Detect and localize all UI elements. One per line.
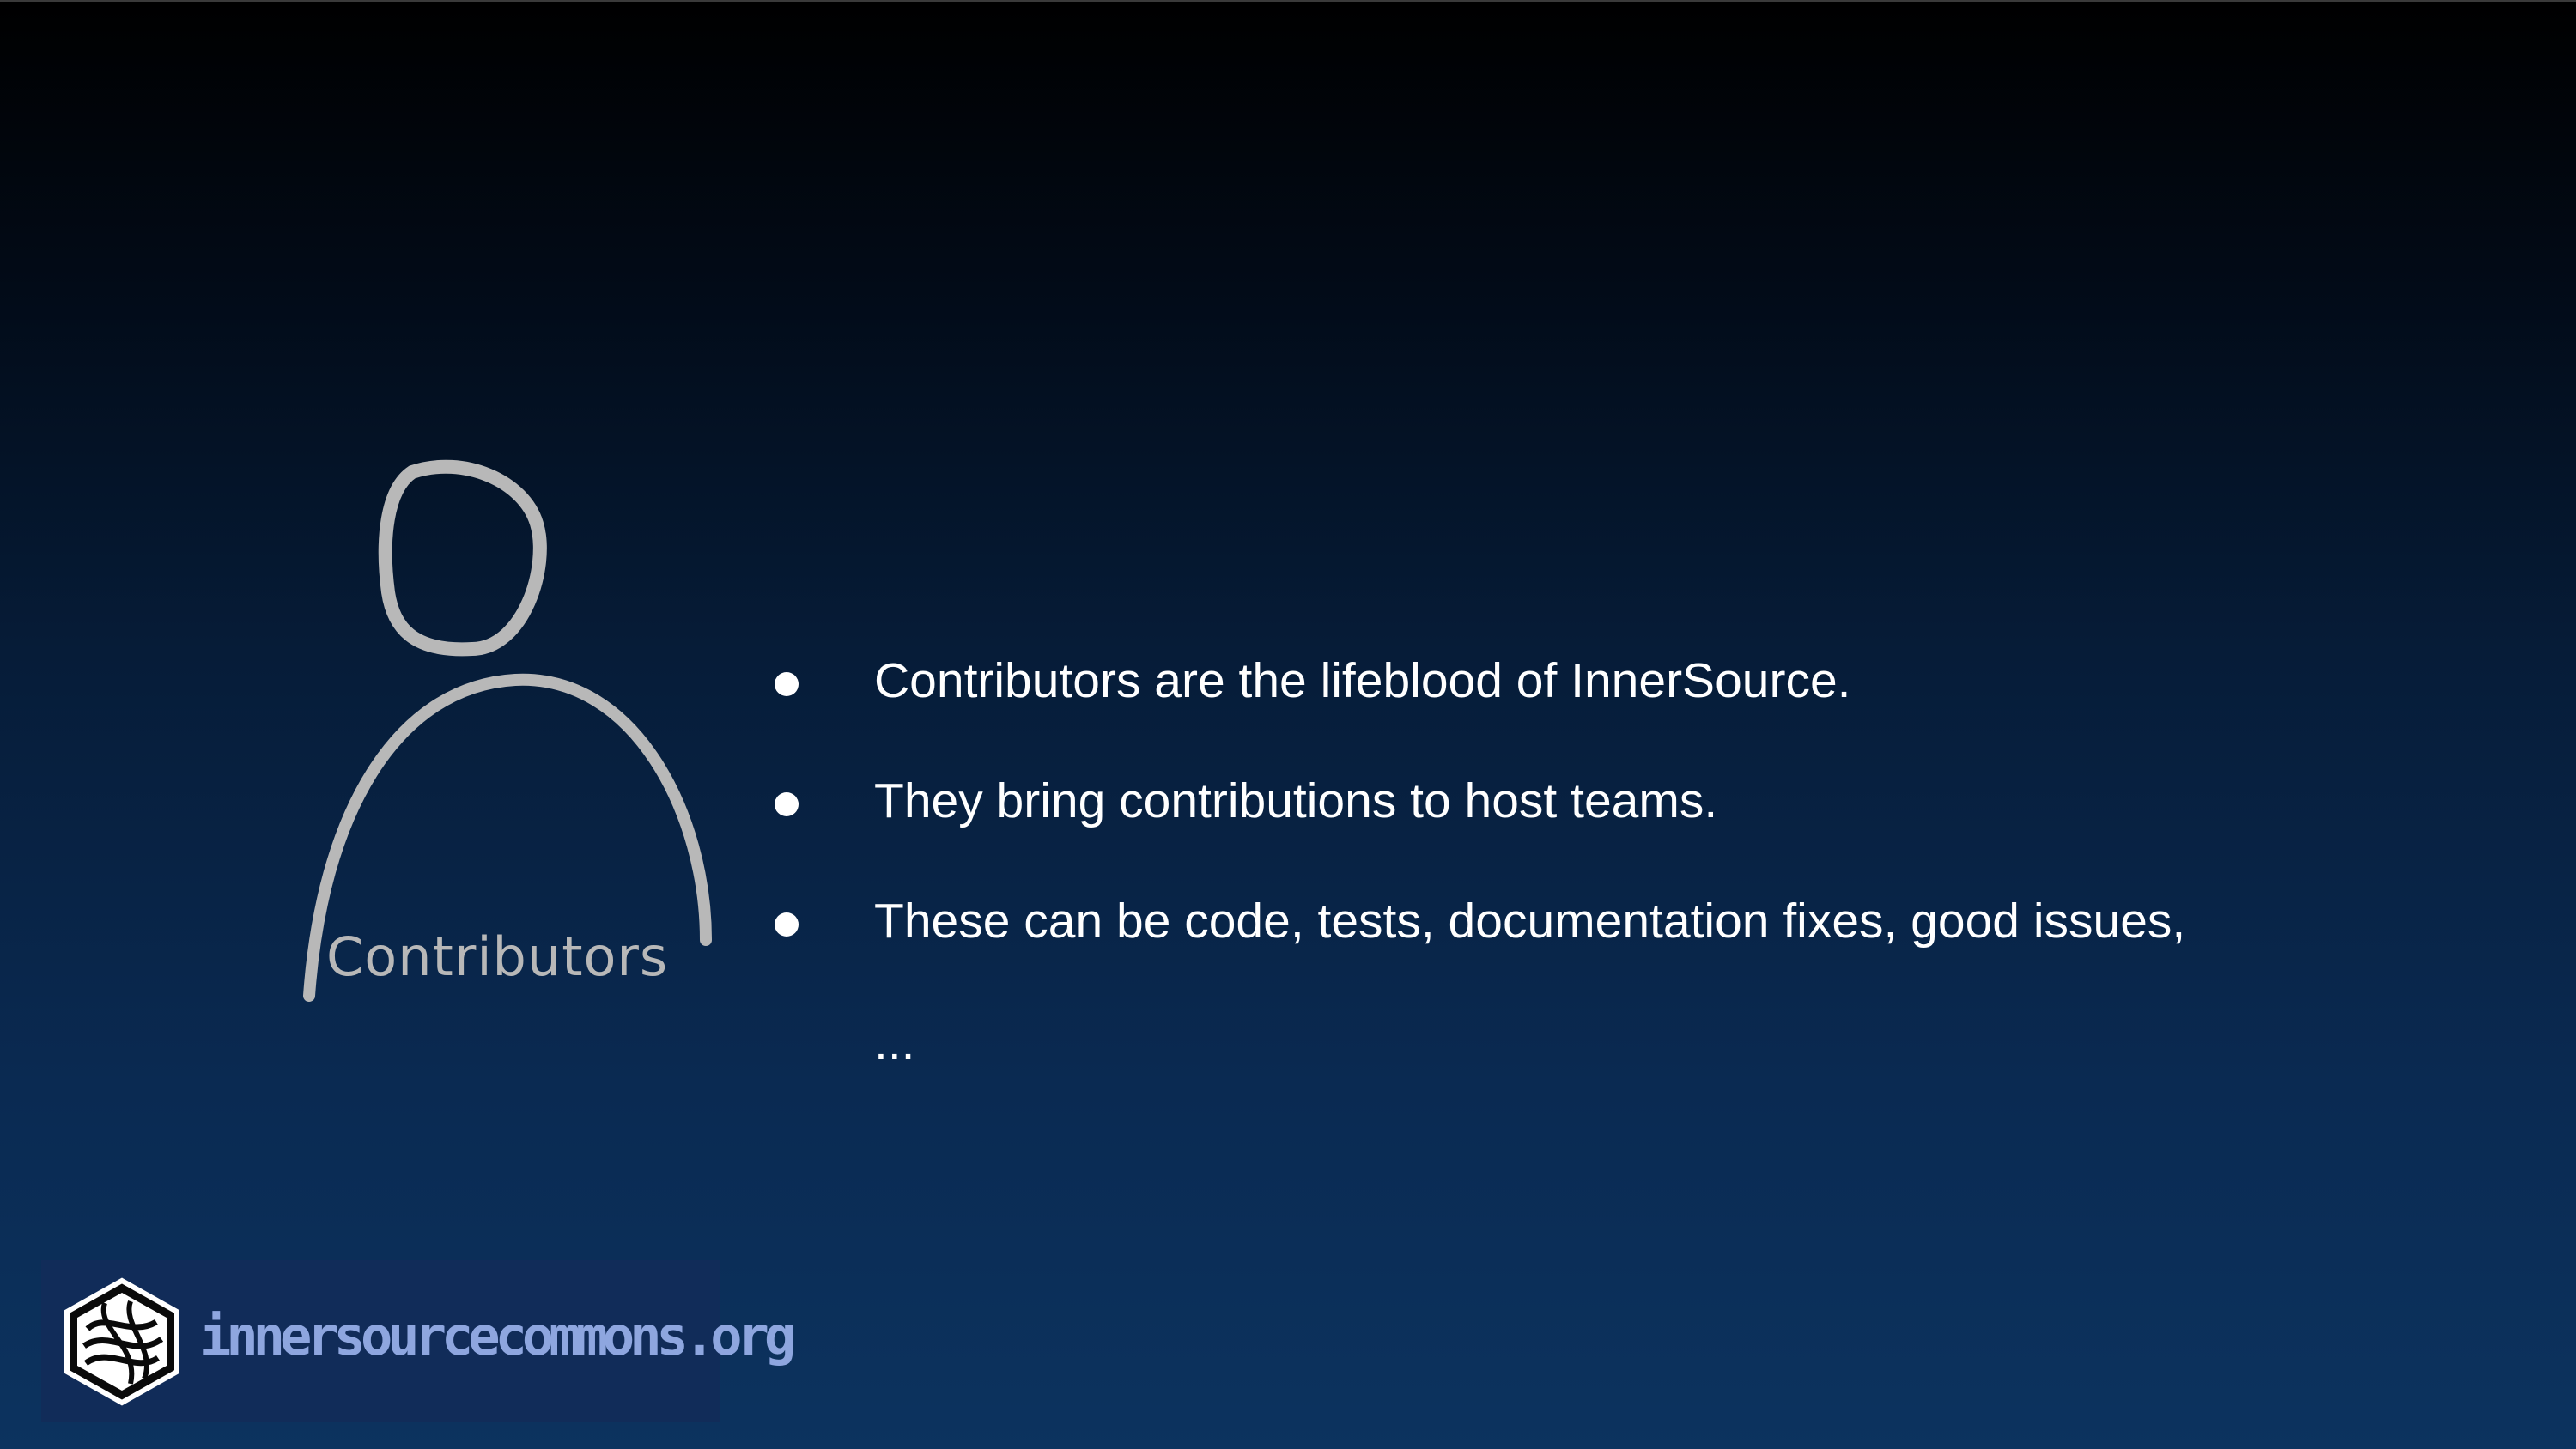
bullet-text: Contributors are the lifeblood of InnerS…: [874, 653, 1851, 708]
logo-text: innersourcecommons.org: [199, 1305, 796, 1367]
bullet-dot: [775, 672, 799, 696]
contributors-figure: Contributors: [292, 455, 738, 1022]
innersource-commons-logo: innersourcecommons.org: [41, 1260, 796, 1422]
contributors-label: Contributors: [326, 925, 669, 988]
bullet-text: These can be code, tests, documentation …: [874, 894, 2186, 949]
bullet-dot: [775, 912, 799, 937]
bullet-dot: [775, 792, 799, 816]
bullet-text: They bring contributions to host teams.: [874, 773, 1718, 828]
bullet-text: ...: [874, 1016, 915, 1070]
top-border: [0, 0, 2576, 2]
innersource-commons-hexagon-logo: [64, 1277, 179, 1406]
